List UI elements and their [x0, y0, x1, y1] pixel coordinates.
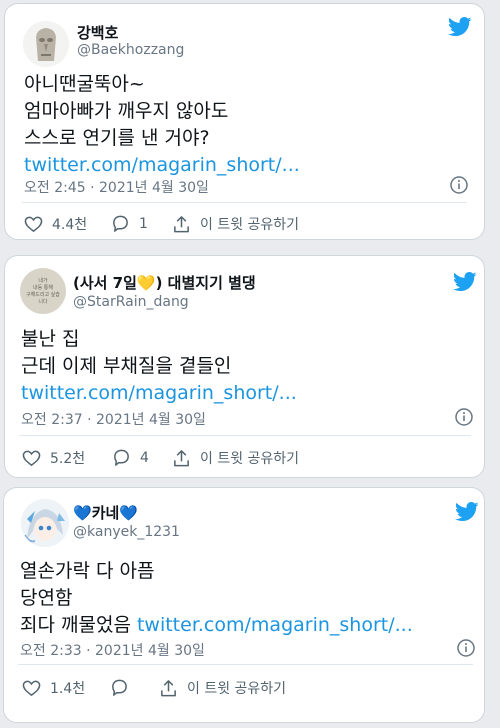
- display-name-part: 카네: [91, 504, 120, 522]
- share-button[interactable]: 이 트윗 공유하기: [159, 678, 286, 698]
- share-icon: [161, 679, 176, 696]
- tweet-line: 스스로 연기를 낸 거야?: [24, 127, 210, 149]
- info-icon[interactable]: [455, 408, 473, 426]
- twitter-bird-icon[interactable]: [455, 502, 479, 522]
- like-count: 4.4천: [52, 217, 88, 233]
- heart-icon: [22, 680, 41, 696]
- twitter-bird-icon[interactable]: [448, 17, 472, 37]
- tweet-link[interactable]: twitter.com/magarin_short/...: [21, 380, 297, 407]
- action-bar: 4.4천 1 이 트윗 공유하기: [24, 214, 464, 234]
- action-bar: 5.2천 4 이 트윗 공유하기: [22, 448, 462, 468]
- share-label: 이 트윗 공유하기: [200, 217, 300, 233]
- tweet-link[interactable]: twitter.com/magarin_short/...: [24, 152, 300, 179]
- avatar-image: 내가 내등 통해 구해드리고 싶습니다: [26, 278, 60, 305]
- reply-icon: [113, 215, 128, 232]
- like-button[interactable]: 1.4천: [22, 678, 85, 698]
- like-button[interactable]: 4.4천: [24, 214, 87, 234]
- avatar[interactable]: 내가 내등 통해 구해드리고 싶습니다: [20, 268, 66, 314]
- reply-button[interactable]: 4: [112, 448, 149, 467]
- display-name[interactable]: (사서 7일💛) 대별지기 별댕: [73, 272, 256, 293]
- reply-button[interactable]: 1: [111, 214, 148, 233]
- twitter-bird-icon[interactable]: [453, 272, 477, 292]
- blue-heart-emoji: 💙: [119, 504, 138, 522]
- timestamp[interactable]: 오전 2:33 · 2021년 4월 30일: [20, 640, 205, 660]
- timestamp[interactable]: 오전 2:37 · 2021년 4월 30일: [21, 409, 206, 429]
- divider: [22, 202, 467, 203]
- username[interactable]: @Baekhozzang: [77, 42, 184, 58]
- share-label: 이 트윗 공유하기: [187, 681, 287, 697]
- timestamp[interactable]: 오전 2:45 · 2021년 4월 30일: [24, 177, 209, 197]
- display-name-part: ) 대별지기 별댕: [155, 274, 256, 292]
- like-count: 1.4천: [50, 681, 86, 697]
- heart-icon: [22, 450, 41, 466]
- like-button[interactable]: 5.2천: [22, 448, 85, 468]
- share-button[interactable]: 이 트윗 공유하기: [172, 214, 299, 234]
- reply-count: 1: [139, 215, 148, 232]
- action-bar: 1.4천 이 트윗 공유하기: [22, 678, 462, 698]
- tweet-line: 불난 집: [21, 328, 80, 350]
- blue-heart-emoji: 💙: [73, 504, 92, 522]
- tweet-card[interactable]: 강백호 @Baekhozzang 아니땐굴뚝아~ 엄마아빠가 깨우지 않아도 스…: [4, 3, 485, 240]
- tweet-line: 열손가락 다 아픔: [20, 560, 155, 582]
- reply-icon: [114, 449, 129, 466]
- share-label: 이 트윗 공유하기: [200, 451, 300, 467]
- avatar[interactable]: [23, 21, 69, 67]
- tweet-line: 죄다 깨물었음 twitter.com/magarin_short/...: [20, 612, 413, 639]
- tweet-line: 아니땐굴뚝아~: [24, 73, 145, 95]
- reply-icon: [112, 679, 127, 696]
- display-name[interactable]: 강백호: [77, 22, 118, 43]
- display-name-part: (사서 7일: [73, 274, 137, 292]
- reply-button[interactable]: [110, 678, 129, 697]
- anime-avatar-image: [21, 499, 69, 547]
- statue-avatar-image: [23, 21, 69, 67]
- tweet-card[interactable]: 💙카네💙 @kanyek_1231 열손가락 다 아픔 당연함 죄다 깨물었음 …: [3, 487, 485, 723]
- reply-count: 4: [140, 449, 149, 466]
- info-icon[interactable]: [450, 176, 468, 194]
- tweet-text: 열손가락 다 아픔 당연함 죄다 깨물었음 twitter.com/magari…: [20, 558, 413, 639]
- tweet-line: 당연함: [20, 587, 73, 609]
- username[interactable]: @kanyek_1231: [73, 524, 180, 540]
- yellow-heart-emoji: 💛: [136, 274, 156, 292]
- info-icon[interactable]: [457, 639, 475, 657]
- like-count: 5.2천: [50, 451, 86, 467]
- tweet-text: 아니땐굴뚝아~ 엄마아빠가 깨우지 않아도 스스로 연기를 낸 거야? twit…: [24, 71, 300, 179]
- share-icon: [174, 215, 189, 232]
- share-icon: [174, 449, 189, 466]
- tweet-line: 근데 이제 부채질을 곁들인: [21, 355, 232, 377]
- tweet-card[interactable]: 내가 내등 통해 구해드리고 싶습니다 (사서 7일💛) 대별지기 별댕 @St…: [4, 255, 485, 478]
- avatar[interactable]: [21, 499, 69, 547]
- divider: [18, 664, 473, 665]
- tweet-line: 엄마아빠가 깨우지 않아도: [24, 100, 229, 122]
- display-name[interactable]: 💙카네💙: [73, 502, 138, 523]
- share-button[interactable]: 이 트윗 공유하기: [172, 448, 299, 468]
- tweet-text: 불난 집 근데 이제 부채질을 곁들인 twitter.com/magarin_…: [21, 326, 297, 407]
- tweet-link[interactable]: twitter.com/magarin_short/...: [137, 614, 413, 636]
- divider: [19, 435, 471, 436]
- heart-icon: [24, 216, 43, 232]
- tweet-line-text: 죄다 깨물었음: [20, 614, 137, 636]
- username[interactable]: @StarRain_dang: [73, 294, 189, 310]
